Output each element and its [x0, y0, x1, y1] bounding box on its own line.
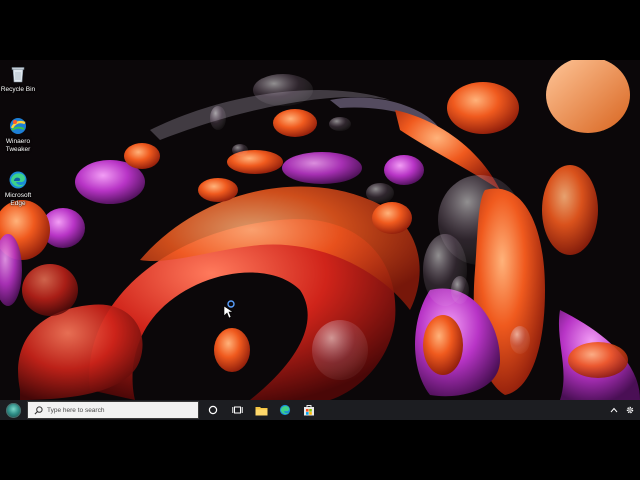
search-placeholder: Type here to search — [47, 406, 105, 414]
edge-taskbar-button[interactable] — [273, 400, 297, 420]
recycle-bin-icon — [11, 67, 25, 83]
desktop-screen: Recycle Bin Winaero Tweaker Microsoft Ed… — [0, 60, 640, 420]
file-explorer-icon — [255, 406, 267, 415]
store-icon — [304, 405, 314, 416]
system-tray — [606, 400, 640, 420]
start-button[interactable] — [0, 400, 26, 420]
task-view-icon — [231, 406, 243, 414]
recycle-bin-label: Recycle Bin — [0, 86, 36, 93]
desktop-icon-winaero-tweaker[interactable]: Winaero Tweaker — [0, 116, 36, 154]
search-icon — [34, 405, 43, 414]
show-hidden-icons-button[interactable] — [606, 400, 622, 420]
desktop-wallpaper — [0, 60, 640, 400]
taskbar: Type here to search — [0, 400, 640, 420]
store-button[interactable] — [297, 400, 321, 420]
show-hidden-icons-chevron-icon — [610, 407, 618, 413]
desktop-icon-microsoft-edge[interactable]: Microsoft Edge — [0, 170, 36, 208]
cortana-button[interactable] — [201, 400, 225, 420]
task-view-button[interactable] — [225, 400, 249, 420]
taskbar-search-box[interactable]: Type here to search — [27, 401, 199, 419]
microsoft-edge-label: Microsoft Edge — [4, 192, 32, 207]
settings-gear-icon — [626, 406, 634, 414]
cortana-icon — [208, 405, 218, 415]
desktop-icon-recycle-bin[interactable]: Recycle Bin — [0, 64, 36, 94]
settings-tray-button[interactable] — [622, 400, 638, 420]
winaero-tweaker-label: Winaero Tweaker — [5, 138, 31, 153]
edge-icon — [279, 404, 291, 416]
file-explorer-button[interactable] — [249, 400, 273, 420]
edge-icon — [9, 171, 27, 189]
windows-start-orb-icon — [5, 402, 21, 418]
winaero-tweaker-icon — [10, 118, 26, 134]
